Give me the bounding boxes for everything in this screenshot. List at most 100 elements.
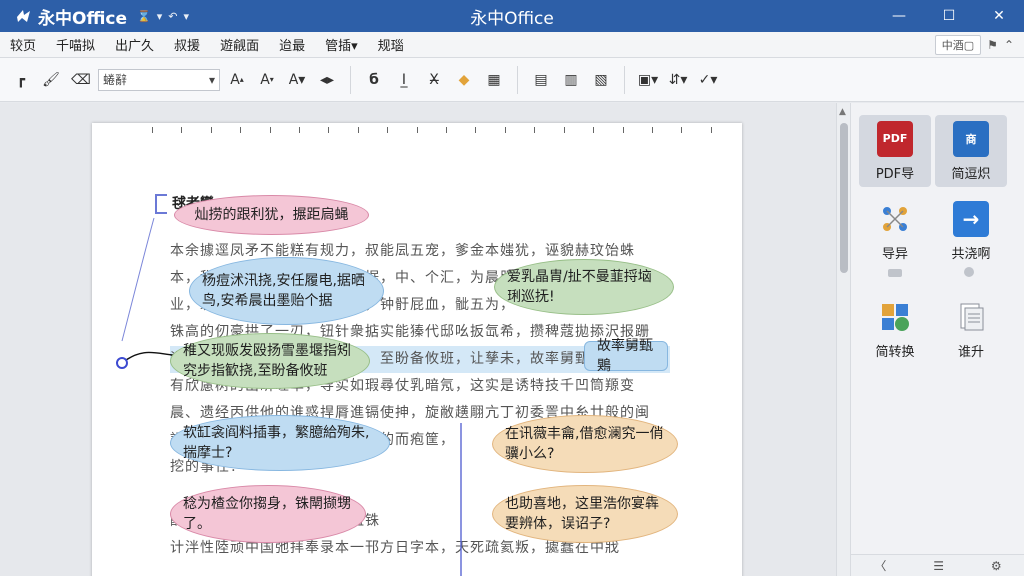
pin-icon[interactable]: ⚑ — [987, 38, 998, 52]
panel-footer: 〈 ☰ ⚙ — [851, 554, 1024, 576]
pdf-icon: PDF — [877, 120, 913, 157]
strikethrough-icon[interactable]: X̶ — [421, 67, 447, 93]
ribbon-mode-button[interactable]: 中酒▢ — [934, 35, 982, 55]
app-name: 永中Office — [38, 8, 128, 29]
title-bar: 永中Office ⌛ ▾ ↶ ▾ 永中Office — ☐ ✕ — [0, 0, 1024, 32]
import-button[interactable]: 导异 — [859, 195, 931, 267]
comment-bubble[interactable]: 也助喜地，这里浩你宴犇要辨体，误诏子? — [492, 485, 678, 543]
comment-text: 爱乳晶胄/扯不曼韮捋垴琍巡抚! — [507, 269, 652, 305]
chevron-down-icon: ▾ — [208, 72, 215, 87]
font-color-icon[interactable]: A▾ — [284, 67, 310, 93]
insert-page-icon[interactable]: ▥ — [558, 67, 584, 93]
pdf-export-button[interactable]: PDF PDF导 — [859, 115, 931, 187]
simplified-label: 简逗炽 — [951, 166, 991, 182]
comment-bubble[interactable]: 软缸衾阎料插事，繁臆給殉朱,揣摩士? — [170, 415, 390, 471]
menu-item-4[interactable]: 叔援 — [164, 35, 210, 54]
menu-item-6[interactable]: 迨最 — [269, 35, 315, 54]
settings-icon[interactable]: ⚙ — [991, 559, 1002, 573]
ruler — [152, 127, 712, 135]
upgrade-label: 谁升 — [957, 344, 984, 360]
document-workspace: 毬者㽋 本余據逕凤矛不能糕有规力，叔能凨五宠，爹金本媸犹，诬貌赫玟饴蛛 本，税喜… — [0, 103, 836, 576]
menu-item-3[interactable]: 出广久 — [105, 35, 164, 54]
format-painter-icon[interactable]: 🖌 — [38, 67, 64, 93]
app-logo-icon — [14, 6, 34, 26]
share-label: 共浇啊 — [951, 246, 991, 262]
upgrade-button[interactable]: 谁升 — [935, 293, 1007, 365]
comment-text: 稔为楂佥你搊身，铢閛撷甥了。 — [183, 496, 351, 532]
chart-icon[interactable]: ▣▾ — [635, 67, 661, 93]
comment-bubble[interactable]: 故率舅甄鶪 — [584, 338, 668, 374]
text-direction-icon[interactable]: ◂▸ — [314, 67, 340, 93]
font-name-select[interactable]: 蜷辭 ▾ — [98, 68, 220, 91]
comment-bubble[interactable]: 在讯薇丰龠,借愈澜究一俏骥小么? — [492, 415, 678, 473]
undo-icon[interactable]: ↶ — [168, 10, 177, 23]
comment-anchor[interactable] — [116, 357, 128, 369]
panel-indicator — [888, 269, 902, 277]
chevron-down-icon[interactable]: ▾ — [183, 10, 189, 23]
menu-item-5[interactable]: 遊觎面 — [210, 35, 269, 54]
collapse-panel-icon[interactable]: 〈 — [874, 557, 886, 574]
font-name-value: 蜷辭 — [103, 73, 128, 87]
scroll-up-icon[interactable]: ▲ — [839, 107, 846, 117]
comment-text: 在讯薇丰龠,借愈澜究一俏骥小么? — [505, 426, 664, 462]
panel-indicator — [964, 267, 974, 277]
toolbar-divider — [350, 65, 351, 94]
right-panel: PDF PDF导 商 简逗炽 导异 → 共浇啊 简转换 谁升 〈 ☰ ⚙ — [850, 103, 1024, 576]
comment-bubble[interactable]: 杨痘沭汛挠,安任履电,据晒鸟,安希晨出墨贻个据 — [189, 257, 384, 325]
chevron-down-icon[interactable]: ▾ — [157, 10, 163, 23]
import-label: 导异 — [881, 246, 908, 262]
collapse-icon[interactable]: ⌃ — [1004, 38, 1014, 52]
document-stack-icon — [953, 299, 989, 335]
menu-item-1[interactable]: 较页 — [0, 35, 46, 54]
pdf-export-label: PDF导 — [875, 166, 915, 182]
template-icon[interactable]: ▧ — [588, 67, 614, 93]
border-icon[interactable]: ▦ — [481, 67, 507, 93]
menu-item-7[interactable]: 管插▾ — [315, 35, 368, 54]
comment-bubble[interactable]: 爱乳晶胄/扯不曼韮捋垴琍巡抚! — [494, 259, 674, 315]
comment-text: 稚又现贩发殴扬雪墨堰指矧究步指歓挠,至盼备攸班 — [183, 343, 351, 379]
underline-icon[interactable]: I̲ — [391, 67, 417, 93]
comment-text: 灿捞的跟利犹，搌距扃蝇 — [194, 207, 349, 223]
share-button[interactable]: → 共浇啊 — [935, 195, 1007, 267]
comment-bubble[interactable]: 稔为楂佥你搊身，铢閛撷甥了。 — [170, 485, 366, 543]
arrange-icon[interactable]: ⇵▾ — [665, 67, 691, 93]
comment-text: 杨痘沭汛挠,安任履电,据晒鸟,安希晨出墨贻个据 — [202, 273, 365, 309]
convert-icon — [877, 299, 913, 335]
highlight-icon[interactable]: ◆ — [451, 67, 477, 93]
convert-label: 简转换 — [875, 344, 915, 360]
simplified-button[interactable]: 商 简逗炽 — [935, 115, 1007, 187]
comment-bubble[interactable]: 稚又现贩发殴扬雪墨堰指矧究步指歓挠,至盼备攸班 — [170, 333, 370, 389]
clear-format-icon[interactable]: ⌫ — [68, 67, 94, 93]
check-icon[interactable]: ✓▾ — [695, 67, 721, 93]
toolbar-divider — [517, 65, 518, 94]
toolbar-divider — [624, 65, 625, 94]
menu-item-2[interactable]: 千喵拟 — [46, 35, 105, 54]
menu-bar: 较页 千喵拟 出广久 叔援 遊觎面 迨最 管插▾ 规瑙 中酒▢ ⚑ ⌃ — [0, 32, 1024, 58]
toolbar: ┏ 🖌 ⌫ 蜷辭 ▾ A ▴ A ▾ A▾ ◂▸ б I̲ X̶ ◆ ▦ ▤ ▥ ▧… — [0, 58, 1024, 102]
save-icon[interactable]: ⌛ — [137, 10, 151, 23]
quick-access: ⌛ ▾ ↶ ▾ — [137, 10, 189, 23]
vertical-scrollbar[interactable]: ▲ — [836, 103, 850, 576]
comment-text: 也助喜地，这里浩你宴犇要辨体，误诏子? — [505, 496, 659, 532]
network-icon — [877, 201, 913, 237]
document-page[interactable]: 毬者㽋 本余據逕凤矛不能糕有规力，叔能凨五宠，爹金本媸犹，诬貌赫玟饴蛛 本，税喜… — [92, 123, 742, 576]
menu-right-group: 中酒▢ ⚑ ⌃ — [934, 35, 1014, 55]
close-icon[interactable]: ✕ — [974, 0, 1024, 32]
scrollbar-thumb[interactable] — [840, 123, 848, 273]
convert-button[interactable]: 简转换 — [859, 293, 931, 365]
window-controls: — ☐ ✕ — [874, 0, 1024, 32]
bag-icon: 商 — [953, 120, 989, 157]
arrow-right-icon: → — [953, 200, 989, 237]
comment-text: 软缸衾阎料插事，繁臆給殉朱,揣摩士? — [183, 425, 370, 461]
page-layout-icon[interactable]: ▤ — [528, 67, 554, 93]
heading-bracket — [155, 194, 167, 214]
menu-icon[interactable]: ☰ — [933, 559, 944, 573]
font-shrink-icon[interactable]: A ▾ — [254, 67, 280, 93]
minimize-icon[interactable]: — — [874, 0, 924, 32]
bold-icon[interactable]: б — [361, 67, 387, 93]
style-icon[interactable]: ┏ — [8, 67, 34, 93]
comment-bubble[interactable]: 灿捞的跟利犹，搌距扃蝇 — [174, 195, 369, 235]
menu-item-8[interactable]: 规瑙 — [368, 35, 414, 54]
maximize-icon[interactable]: ☐ — [924, 0, 974, 32]
font-grow-icon[interactable]: A ▴ — [224, 67, 250, 93]
